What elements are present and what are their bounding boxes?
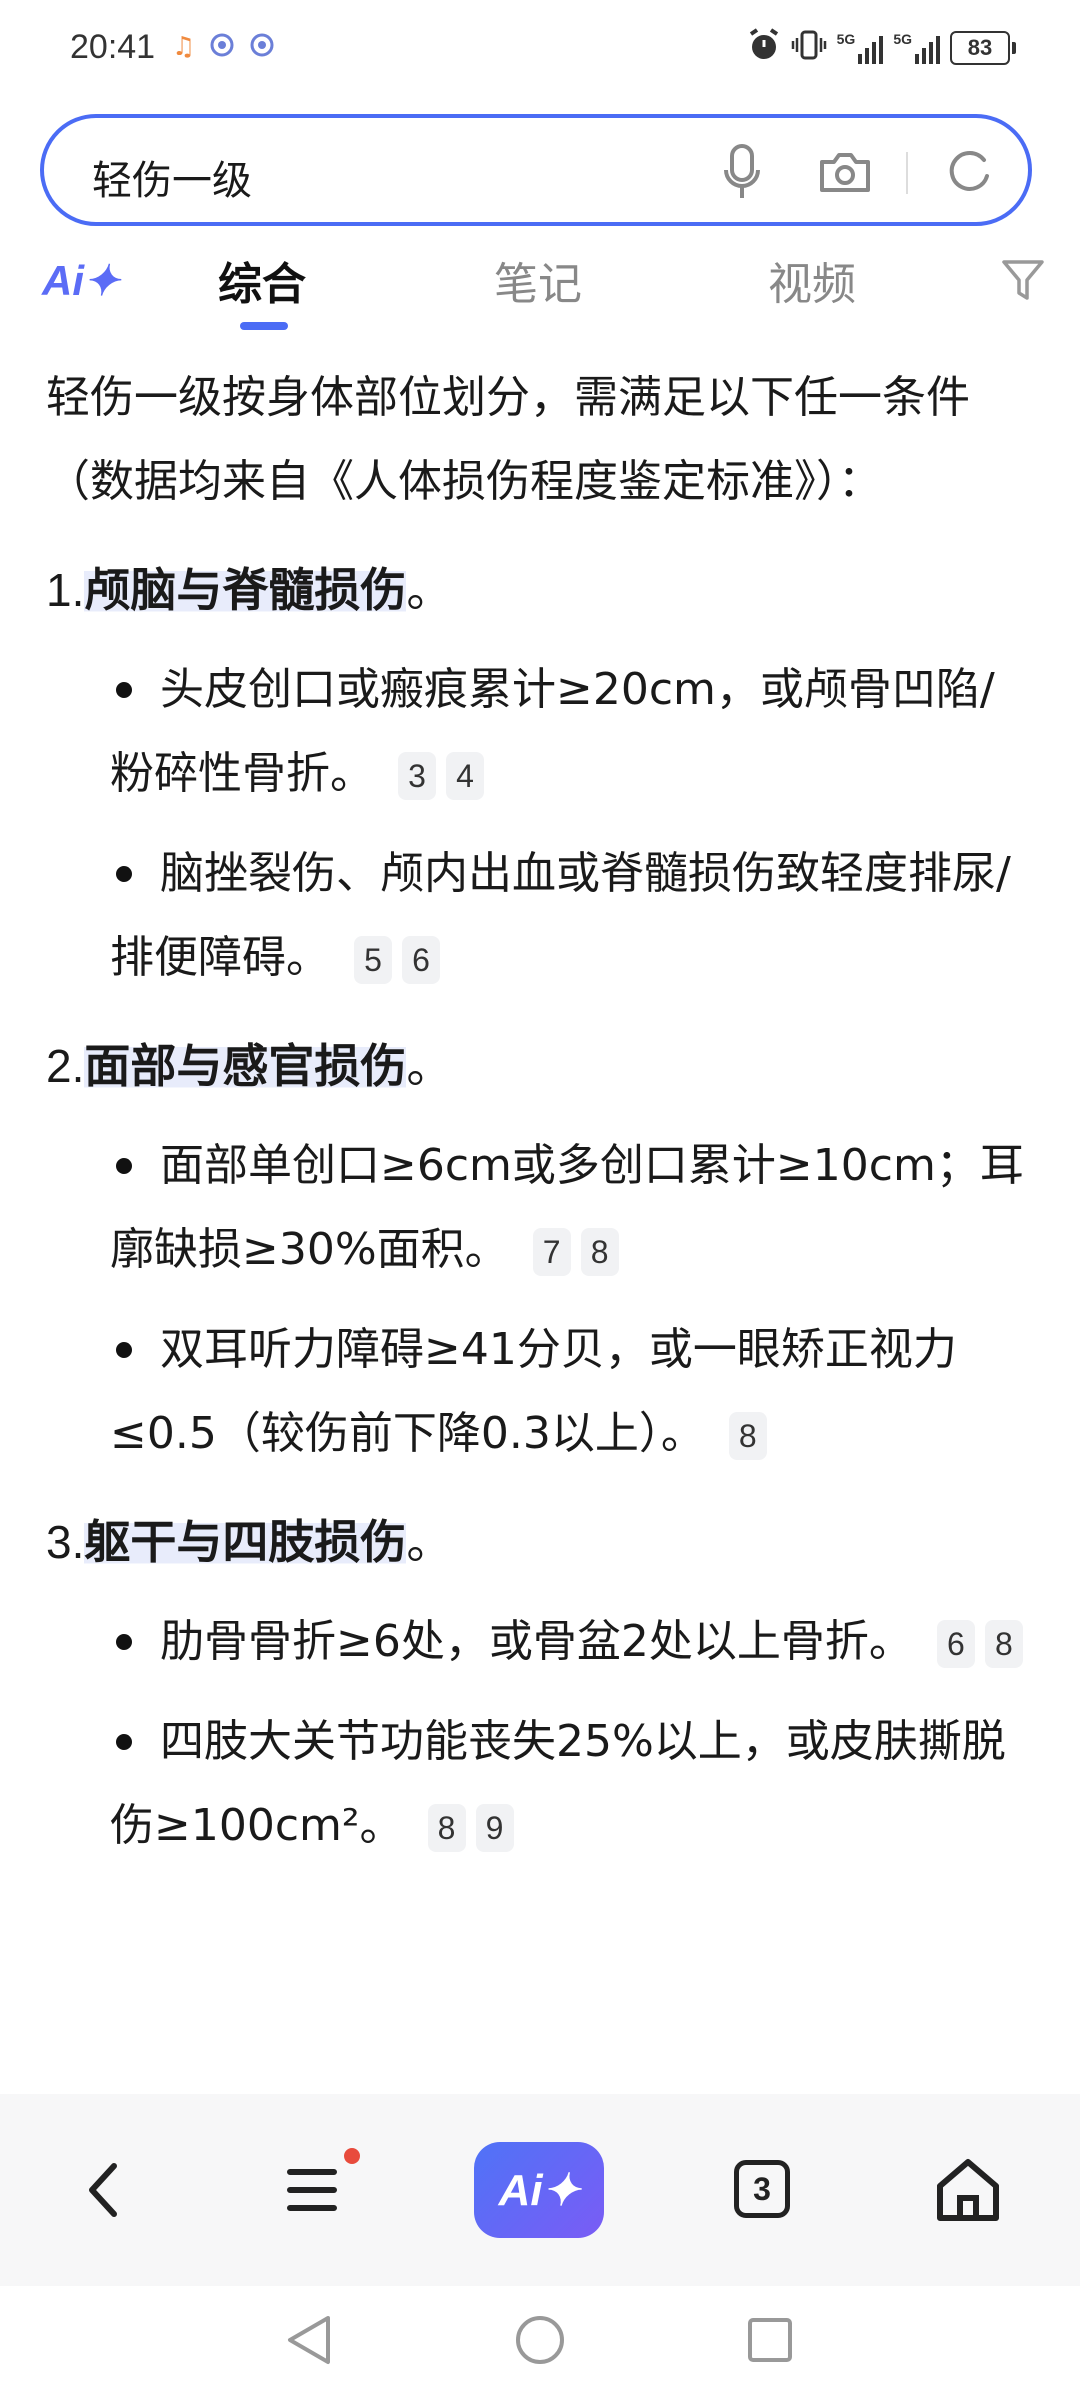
citation-badge[interactable]: 9 [475, 1804, 514, 1852]
citation-badge[interactable]: 8 [580, 1228, 619, 1276]
status-indicators: 5G 5G 83 [747, 28, 1016, 67]
citation-badge[interactable]: 8 [984, 1620, 1023, 1668]
system-back-icon[interactable] [284, 2314, 334, 2370]
tab-bar: Ai✦ 综合 笔记 视频 [0, 236, 1080, 336]
ai-logo[interactable]: Ai✦ [42, 256, 119, 305]
citation-badge[interactable]: 8 [728, 1412, 767, 1460]
section-heading: 3.躯干与四肢损伤。 [46, 1515, 453, 1569]
divider [906, 152, 908, 194]
ai-answer: 轻伤一级按身体部位划分，需满足以下任一条件（数据均来自《人体损伤程度鉴定标准》）… [46, 356, 1036, 1868]
loading-icon[interactable] [944, 146, 994, 200]
citation-badge[interactable]: 4 [446, 752, 484, 800]
search-bar[interactable]: 轻伤一级 [40, 114, 1032, 226]
section-heading: 2.面部与感官损伤。 [46, 1039, 453, 1093]
citation-badge[interactable]: 3 [398, 752, 436, 800]
section: 2.面部与感官损伤。 面部单创口≥6cm或多创口累计≥10cm；耳廓缺损≥30%… [46, 1024, 1036, 1476]
notification-dot [344, 2148, 360, 2164]
citation-badge[interactable]: 7 [532, 1228, 571, 1276]
bottom-nav: Ai✦ 3 [0, 2094, 1080, 2286]
system-nav-bar [0, 2286, 1080, 2400]
system-home-icon[interactable] [514, 2314, 566, 2370]
answer-intro: 轻伤一级按身体部位划分，需满足以下任一条件（数据均来自《人体损伤程度鉴定标准》）… [46, 372, 970, 507]
list-item: 脑挫裂伤、颅内出血或脊髓损伤致轻度排尿/排便障碍。 56 [46, 832, 1036, 1000]
tab-notes[interactable]: 笔记 [494, 248, 582, 312]
list-item: 头皮创口或瘢痕累计≥20cm，或颅骨凹陷/粉碎性骨折。 34 [46, 648, 1036, 816]
signal-icon: 5G [837, 32, 884, 64]
app-notification-icon [209, 32, 235, 62]
vibrate-icon [791, 28, 827, 67]
tabs-count-button[interactable]: 3 [734, 2160, 790, 2218]
status-time: 20:41 [70, 28, 156, 66]
system-recents-icon[interactable] [746, 2316, 794, 2368]
list-item: 双耳听力障碍≥41分贝，或一眼矫正视力≤0.5（较伤前下降0.3以上）。 8 [46, 1308, 1036, 1476]
active-tab-indicator [240, 322, 288, 330]
ai-assistant-button[interactable]: Ai✦ [474, 2142, 604, 2238]
citation-badge[interactable]: 6 [936, 1620, 975, 1668]
citation-badge[interactable]: 8 [427, 1804, 466, 1852]
app-notification-icon [249, 32, 275, 62]
list-item: 肋骨骨折≥6处，或骨盆2处以上骨折。 68 [46, 1600, 1036, 1684]
search-input[interactable]: 轻伤一级 [92, 148, 252, 206]
citation-badge[interactable]: 6 [402, 936, 440, 984]
section-heading: 1.颅脑与脊髓损伤。 [46, 563, 453, 617]
music-icon: ♫ [172, 32, 196, 62]
signal-icon: 5G [893, 32, 940, 64]
microphone-icon[interactable] [720, 140, 764, 208]
camera-icon[interactable] [818, 148, 872, 200]
citation-badge[interactable]: 5 [354, 936, 392, 984]
list-item: 面部单创口≥6cm或多创口累计≥10cm；耳廓缺损≥30%面积。 78 [46, 1124, 1036, 1292]
list-item: 四肢大关节功能丧失25%以上，或皮肤撕脱伤≥100cm²。 89 [46, 1700, 1036, 1868]
alarm-icon [747, 28, 781, 67]
section: 3.躯干与四肢损伤。 肋骨骨折≥6处，或骨盆2处以上骨折。 68 四肢大关节功能… [46, 1500, 1036, 1868]
tab-comprehensive[interactable]: 综合 [218, 248, 306, 312]
notification-icons: ♫ [172, 32, 275, 62]
section: 1.颅脑与脊髓损伤。 头皮创口或瘢痕累计≥20cm，或颅骨凹陷/粉碎性骨折。 3… [46, 548, 1036, 1000]
filter-icon[interactable] [1000, 256, 1046, 308]
battery-indicator: 83 [950, 30, 1016, 65]
menu-icon[interactable] [286, 2166, 338, 2218]
home-icon[interactable] [934, 2156, 1002, 2226]
tab-videos[interactable]: 视频 [768, 248, 856, 312]
status-bar: 20:41 ♫ 5G 5G 83 [0, 0, 1080, 100]
back-icon[interactable] [84, 2160, 124, 2224]
